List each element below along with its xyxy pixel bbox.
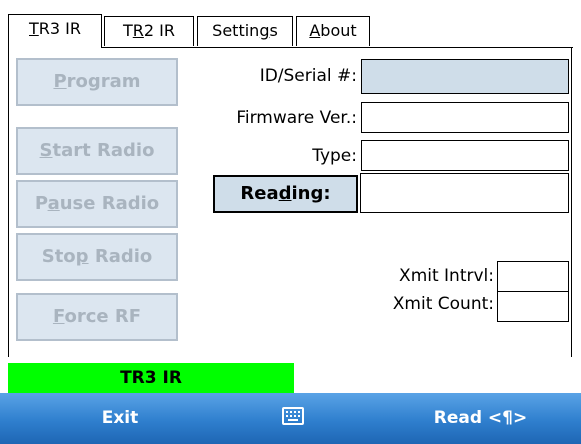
keyboard-icon[interactable] [282, 407, 304, 425]
id-serial-label: ID/Serial #: [259, 66, 357, 86]
xmit-interval-label: Xmit Intrvl: [399, 266, 494, 286]
firmware-version-field[interactable] [361, 102, 569, 133]
tab-tr3-ir[interactable]: TR3 IR [8, 14, 102, 48]
tab-settings[interactable]: Settings [197, 16, 293, 46]
softkey-bar: Exit Read <¶> [0, 393, 581, 444]
force-rf-button[interactable]: Force RF [16, 293, 178, 341]
program-button[interactable]: Program [16, 58, 178, 106]
tab-tr2-ir[interactable]: TR2 IR [104, 16, 194, 46]
xmit-count-label: Xmit Count: [392, 294, 494, 314]
id-serial-field[interactable] [361, 59, 569, 94]
pause-radio-button[interactable]: Pause Radio [16, 180, 178, 228]
reading-button[interactable]: Reading: [213, 175, 358, 213]
xmit-count-field[interactable] [497, 291, 569, 322]
tab-label: TR3 IR [29, 19, 81, 38]
firmware-version-label: Firmware Ver.: [236, 108, 357, 128]
tab-about[interactable]: About [296, 16, 370, 46]
type-field[interactable] [361, 140, 569, 171]
exit-softkey[interactable]: Exit [0, 393, 240, 444]
xmit-interval-field[interactable] [497, 261, 569, 292]
tab-label: TR2 IR [122, 21, 175, 40]
start-radio-button[interactable]: Start Radio [16, 127, 178, 175]
active-tab-gap [9, 47, 101, 48]
type-label: Type: [312, 146, 357, 166]
read-softkey[interactable]: Read <¶> [380, 393, 581, 444]
tab-label: Settings [212, 21, 278, 40]
tab-label: About [309, 21, 357, 40]
status-bar-remainder [294, 363, 572, 393]
status-indicator: TR3 IR [8, 363, 294, 393]
reading-field[interactable] [360, 173, 569, 213]
stop-radio-button[interactable]: Stop Radio [16, 233, 178, 281]
